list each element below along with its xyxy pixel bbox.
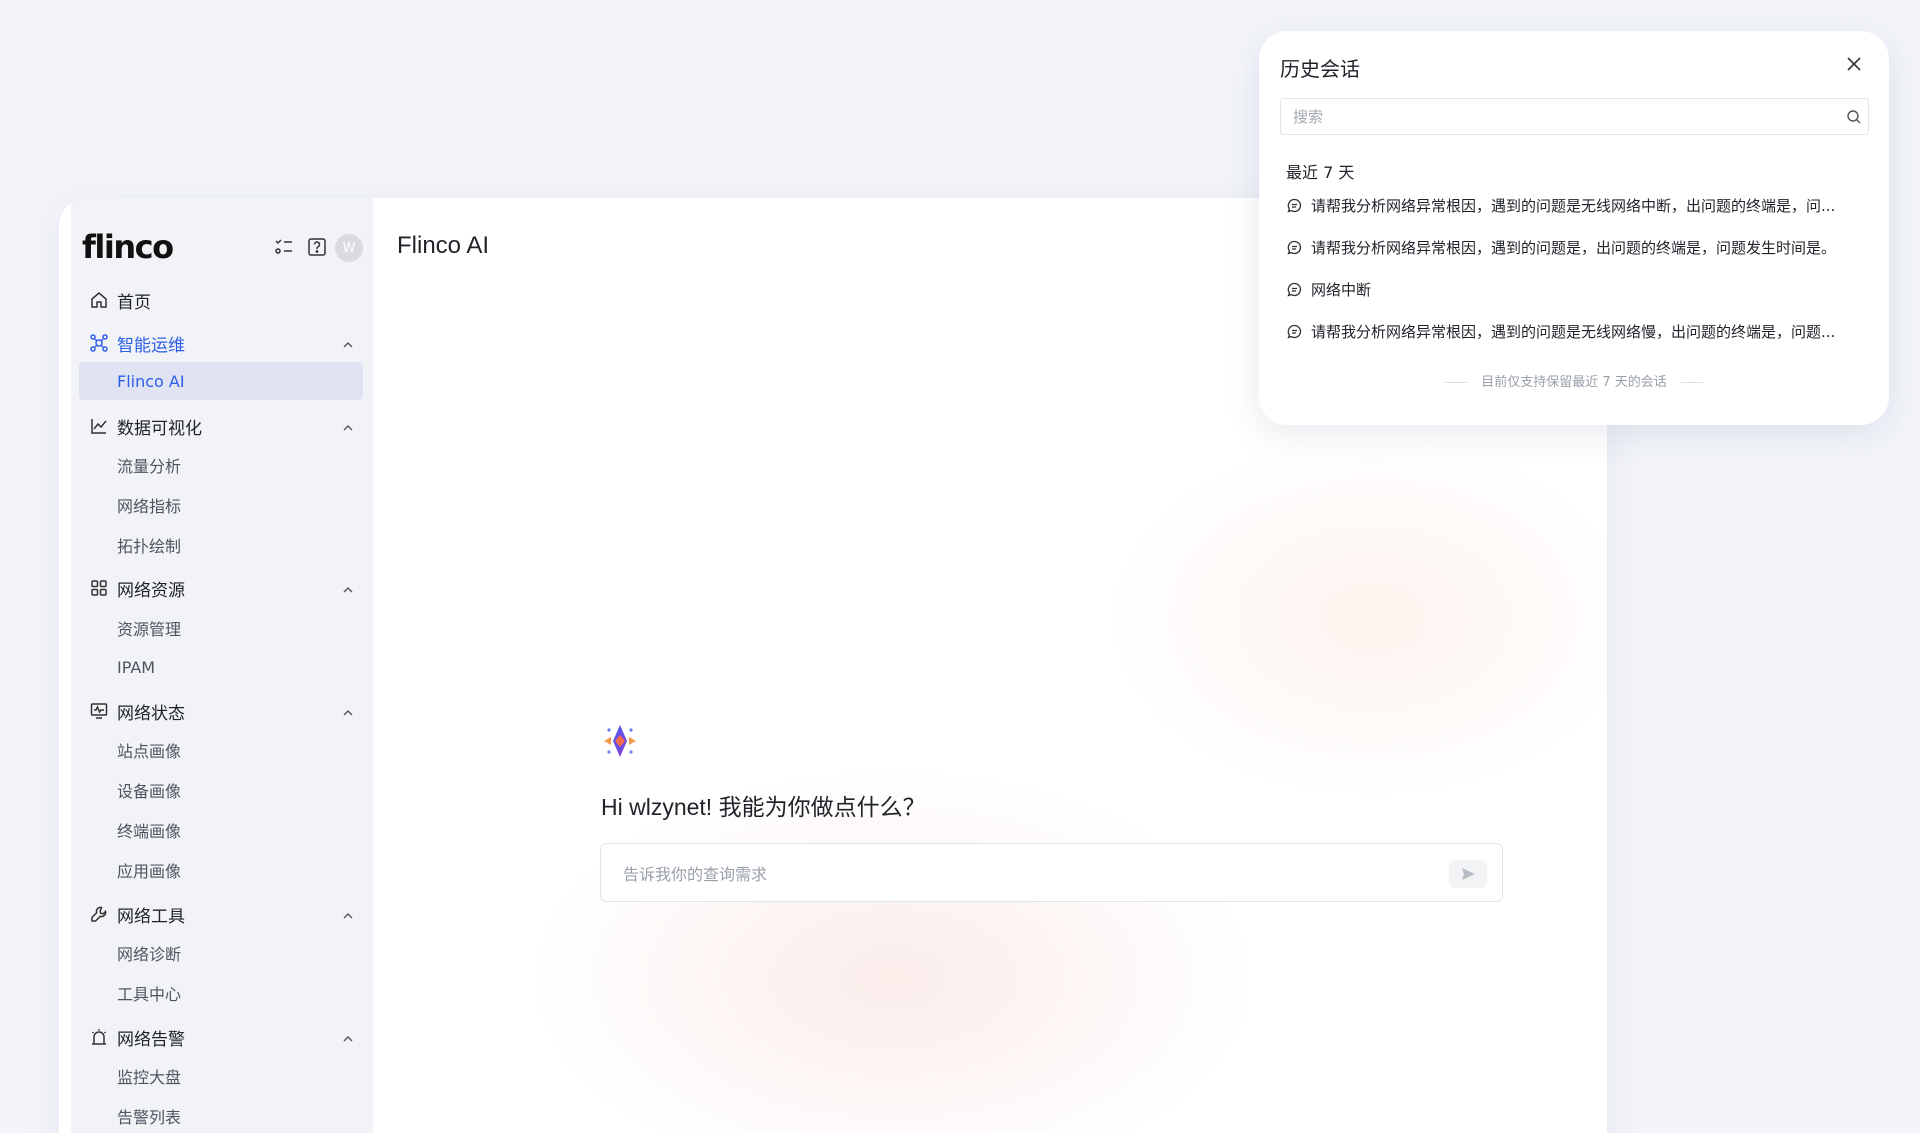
sidebar-item-label: 流量分析 [117, 457, 182, 476]
sidebar-group-label: 网络状态 [117, 703, 185, 724]
flinco-logo: flinco [82, 228, 174, 266]
flinco-ai-logo-icon [600, 721, 640, 761]
history-footer: 目前仅支持保留最近 7 天的会话 [1259, 371, 1889, 390]
avatar-initial: W [342, 240, 356, 256]
send-button[interactable] [1449, 860, 1487, 888]
sidebar-group-network-resources[interactable]: 网络资源 [71, 568, 373, 608]
chevron-up-icon[interactable] [341, 337, 355, 351]
sidebar-item-site-profile[interactable]: 站点画像 [79, 731, 363, 769]
query-input-box [600, 843, 1503, 902]
sidebar-item-label: 网络指标 [117, 497, 182, 516]
sidebar-item-topology[interactable]: 拓扑绘制 [79, 526, 363, 564]
sidebar-item-tool-center[interactable]: 工具中心 [79, 974, 363, 1012]
query-input[interactable] [623, 862, 1423, 886]
chevron-up-icon[interactable] [341, 582, 355, 596]
sidebar-item-label: 首页 [117, 292, 151, 313]
sidebar-item-label: 网络诊断 [117, 945, 182, 964]
history-item[interactable]: 请帮我分析网络异常根因，遇到的问题是无线网络慢，出问题的终端是，问题... [1286, 316, 1866, 346]
chevron-up-icon[interactable] [341, 1031, 355, 1045]
history-item-text: 请帮我分析网络异常根因，遇到的问题是无线网络慢，出问题的终端是，问题... [1311, 322, 1836, 341]
sidebar-group-label: 网络资源 [117, 580, 185, 601]
chat-bubble-icon [1287, 282, 1302, 297]
sidebar-item-label: 监控大盘 [117, 1068, 182, 1087]
sidebar-item-flinco-ai[interactable]: Flinco AI [79, 362, 363, 400]
history-item[interactable]: 请帮我分析网络异常根因，遇到的问题是，出问题的终端是，问题发生时间是。 [1286, 232, 1866, 262]
help-icon[interactable] [304, 234, 330, 260]
chat-bubble-icon [1287, 240, 1302, 255]
home-icon [89, 290, 109, 310]
close-icon[interactable] [1843, 53, 1865, 75]
chevron-up-icon[interactable] [341, 908, 355, 922]
sidebar-item-label: 告警列表 [117, 1108, 182, 1127]
sidebar-group-network-alarms[interactable]: 网络告警 [71, 1017, 373, 1057]
search-icon[interactable] [1845, 108, 1863, 126]
sidebar-item-resource-management[interactable]: 资源管理 [79, 609, 363, 647]
sidebar-item-label: IPAM [117, 657, 156, 677]
sidebar-item-device-profile[interactable]: 设备画像 [79, 771, 363, 809]
sidebar-group-network-tools[interactable]: 网络工具 [71, 894, 373, 934]
chat-bubble-icon [1287, 198, 1302, 213]
sidebar-item-app-profile[interactable]: 应用画像 [79, 851, 363, 889]
sidebar-item-alarm-list[interactable]: 告警列表 [79, 1097, 363, 1133]
history-footer-text: 目前仅支持保留最近 7 天的会话 [1481, 375, 1667, 390]
page-title: Flinco AI [397, 232, 490, 259]
sidebar-group-label: 网络工具 [117, 906, 185, 927]
sidebar-item-label: 资源管理 [117, 620, 182, 639]
sidebar-item-label: 拓扑绘制 [117, 537, 182, 556]
chevron-up-icon[interactable] [341, 705, 355, 719]
logo-text: flinco [82, 228, 174, 266]
sidebar-item-label: 终端画像 [117, 822, 182, 841]
sidebar: flinco W 首页 智能运维 Flinco AI 数据可视化 流量分析 网络… [71, 198, 373, 1133]
sidebar-group-label: 数据可视化 [117, 418, 202, 439]
sidebar-group-network-status[interactable]: 网络状态 [71, 691, 373, 731]
sidebar-item-label: Flinco AI [117, 371, 185, 391]
sidebar-group-label: 智能运维 [117, 335, 185, 356]
line-chart-icon [89, 416, 109, 436]
history-search-box [1280, 98, 1869, 135]
chat-bubble-icon [1287, 324, 1302, 339]
divider [1680, 382, 1703, 383]
task-list-icon[interactable] [271, 234, 297, 260]
monitor-icon [89, 701, 109, 721]
sidebar-item-ipam[interactable]: IPAM [79, 648, 363, 686]
sidebar-group-data-visualization[interactable]: 数据可视化 [71, 406, 373, 446]
history-item[interactable]: 请帮我分析网络异常根因，遇到的问题是无线网络中断，出问题的终端是，问... [1286, 190, 1866, 220]
sidebar-item-terminal-profile[interactable]: 终端画像 [79, 811, 363, 849]
sidebar-group-ai-ops[interactable]: 智能运维 [71, 323, 373, 363]
divider [1445, 382, 1468, 383]
history-section-label: 最近 7 天 [1286, 163, 1355, 182]
history-item-text: 请帮我分析网络异常根因，遇到的问题是，出问题的终端是，问题发生时间是。 [1311, 238, 1837, 257]
greeting-text: Hi wlzynet! 我能为你做点什么？ [601, 794, 926, 820]
alarm-icon [89, 1027, 109, 1047]
sidebar-item-home[interactable]: 首页 [71, 280, 373, 320]
grid-icon [89, 578, 109, 598]
sidebar-item-network-metrics[interactable]: 网络指标 [79, 486, 363, 524]
sidebar-item-monitor-dashboard[interactable]: 监控大盘 [79, 1057, 363, 1095]
ai-ops-icon [89, 333, 109, 353]
sidebar-item-label: 设备画像 [117, 782, 182, 801]
sidebar-item-label: 应用画像 [117, 862, 182, 881]
history-search-input[interactable] [1293, 107, 1813, 127]
chevron-up-icon[interactable] [341, 420, 355, 434]
wrench-icon [89, 904, 109, 924]
history-item-text: 网络中断 [1311, 280, 1372, 299]
sidebar-item-label: 工具中心 [117, 985, 182, 1004]
sidebar-item-traffic-analysis[interactable]: 流量分析 [79, 446, 363, 484]
history-title: 历史会话 [1280, 57, 1360, 81]
history-panel: 历史会话 最近 7 天 请帮我分析网络异常根因，遇到的问题是无线网络中断，出问题… [1259, 31, 1889, 425]
user-avatar[interactable]: W [335, 234, 363, 262]
sidebar-group-label: 网络告警 [117, 1029, 185, 1050]
history-item-text: 请帮我分析网络异常根因，遇到的问题是无线网络中断，出问题的终端是，问... [1311, 196, 1836, 215]
send-icon [1462, 868, 1475, 880]
sidebar-item-network-diagnosis[interactable]: 网络诊断 [79, 934, 363, 972]
sidebar-item-label: 站点画像 [117, 742, 182, 761]
history-item[interactable]: 网络中断 [1286, 274, 1866, 304]
